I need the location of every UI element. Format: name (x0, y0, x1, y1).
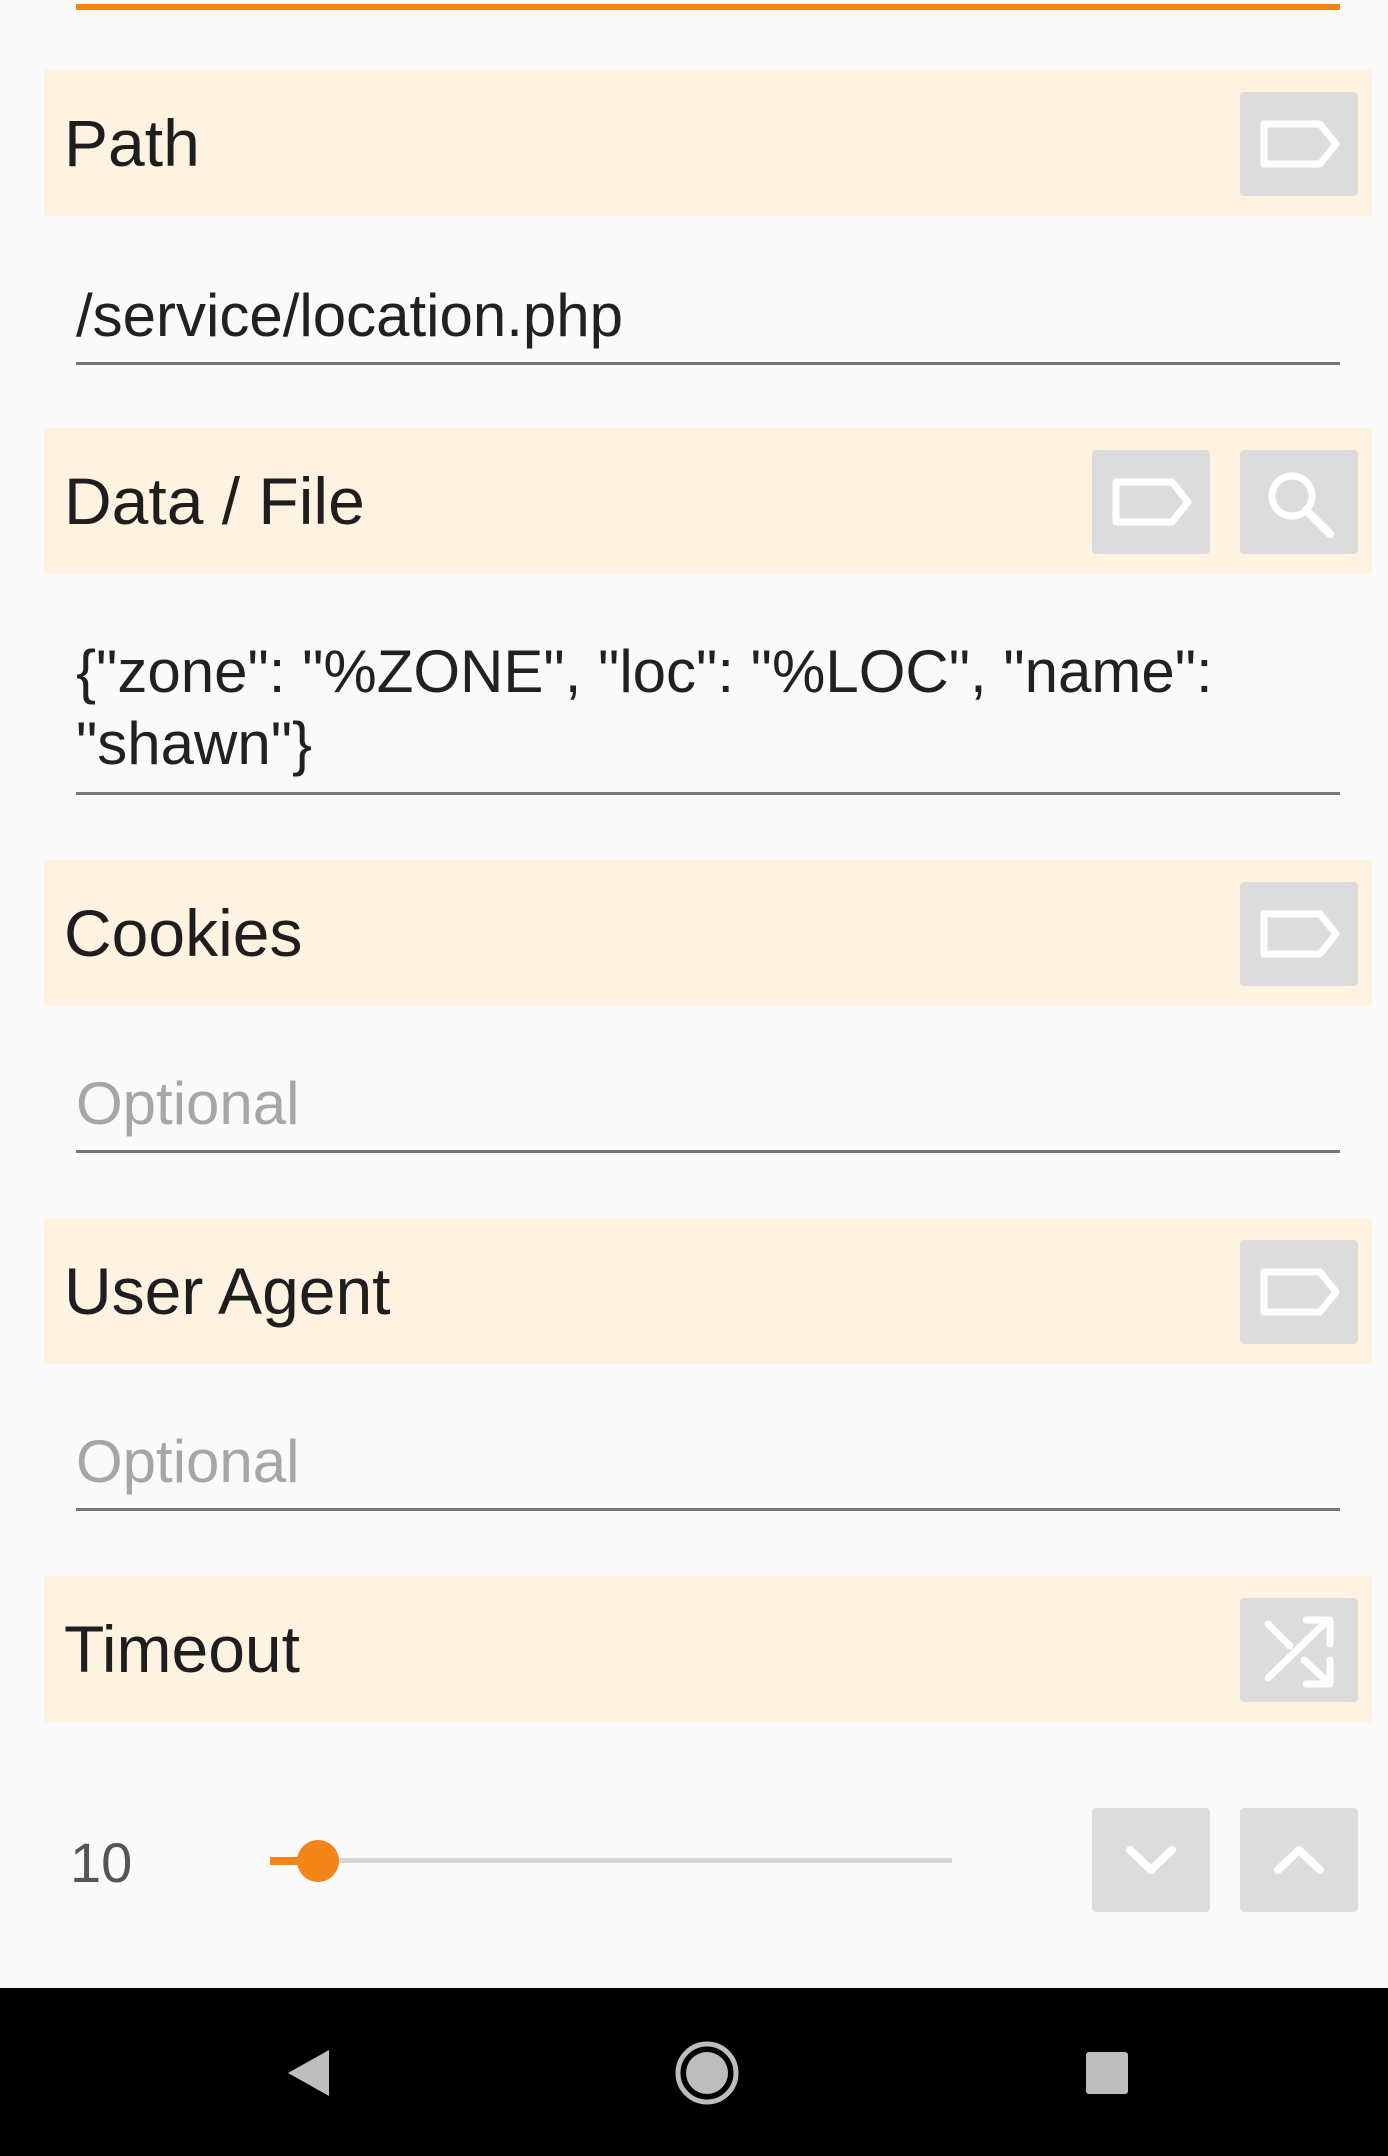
timeout-header: Timeout (44, 1576, 1372, 1722)
shuffle-icon (1264, 1616, 1334, 1688)
data-file-value-line2: "shawn"} (76, 710, 313, 777)
timeout-title: Timeout (64, 1612, 300, 1686)
label-tag-icon (1260, 910, 1340, 958)
nav-recents-icon (1086, 2052, 1128, 2094)
user-agent-placeholder: Optional (76, 1428, 300, 1495)
data-file-search-button[interactable] (1240, 450, 1358, 554)
path-header: Path (44, 70, 1372, 216)
chevron-up-icon (1274, 1846, 1324, 1874)
search-icon (1268, 472, 1334, 538)
user-agent-underline (76, 1508, 1340, 1511)
label-tag-icon (1112, 478, 1192, 526)
nav-home-button[interactable] (662, 2028, 752, 2118)
timeout-decrement-button[interactable] (1092, 1808, 1210, 1912)
path-variable-button[interactable] (1240, 92, 1358, 196)
data-file-title: Data / File (64, 464, 365, 538)
path-title: Path (64, 106, 200, 180)
cookies-placeholder: Optional (76, 1070, 300, 1137)
cookies-header: Cookies (44, 860, 1372, 1006)
system-navigation-bar (0, 1988, 1388, 2156)
data-file-header: Data / File (44, 428, 1372, 574)
timeout-slider-thumb[interactable] (296, 1840, 339, 1882)
nav-back-button[interactable] (264, 2028, 354, 2118)
data-file-field[interactable]: {"zone": "%ZONE", "loc": "%LOC", "name":… (76, 636, 1340, 795)
path-underline (76, 362, 1340, 365)
label-tag-icon (1260, 120, 1340, 168)
nav-recents-button[interactable] (1062, 2028, 1152, 2118)
timeout-slider-track[interactable] (270, 1858, 952, 1863)
timeout-value: 10 (70, 1831, 133, 1894)
top-accent-line (76, 4, 1340, 10)
user-agent-title: User Agent (64, 1254, 391, 1328)
user-agent-header: User Agent (44, 1218, 1372, 1364)
data-file-underline (76, 792, 1340, 795)
cookies-title: Cookies (64, 896, 303, 970)
cookies-field[interactable]: Optional (76, 1068, 1340, 1153)
timeout-random-button[interactable] (1240, 1598, 1358, 1702)
user-agent-variable-button[interactable] (1240, 1240, 1358, 1344)
label-tag-icon (1260, 1268, 1340, 1316)
cookies-underline (76, 1150, 1340, 1153)
timeout-increment-button[interactable] (1240, 1808, 1358, 1912)
data-file-value-line1: {"zone": "%ZONE", "loc": "%LOC", "name": (76, 638, 1213, 705)
nav-back-icon (288, 2050, 329, 2096)
path-field[interactable]: /service/location.php (76, 280, 1340, 365)
data-variable-button[interactable] (1092, 450, 1210, 554)
cookies-variable-button[interactable] (1240, 882, 1358, 986)
nav-home-icon (675, 2041, 739, 2105)
user-agent-field[interactable]: Optional (76, 1426, 1340, 1511)
chevron-down-icon (1126, 1846, 1176, 1874)
timeout-slider-row: 10 (0, 1800, 1388, 1920)
path-value: /service/location.php (76, 282, 623, 349)
